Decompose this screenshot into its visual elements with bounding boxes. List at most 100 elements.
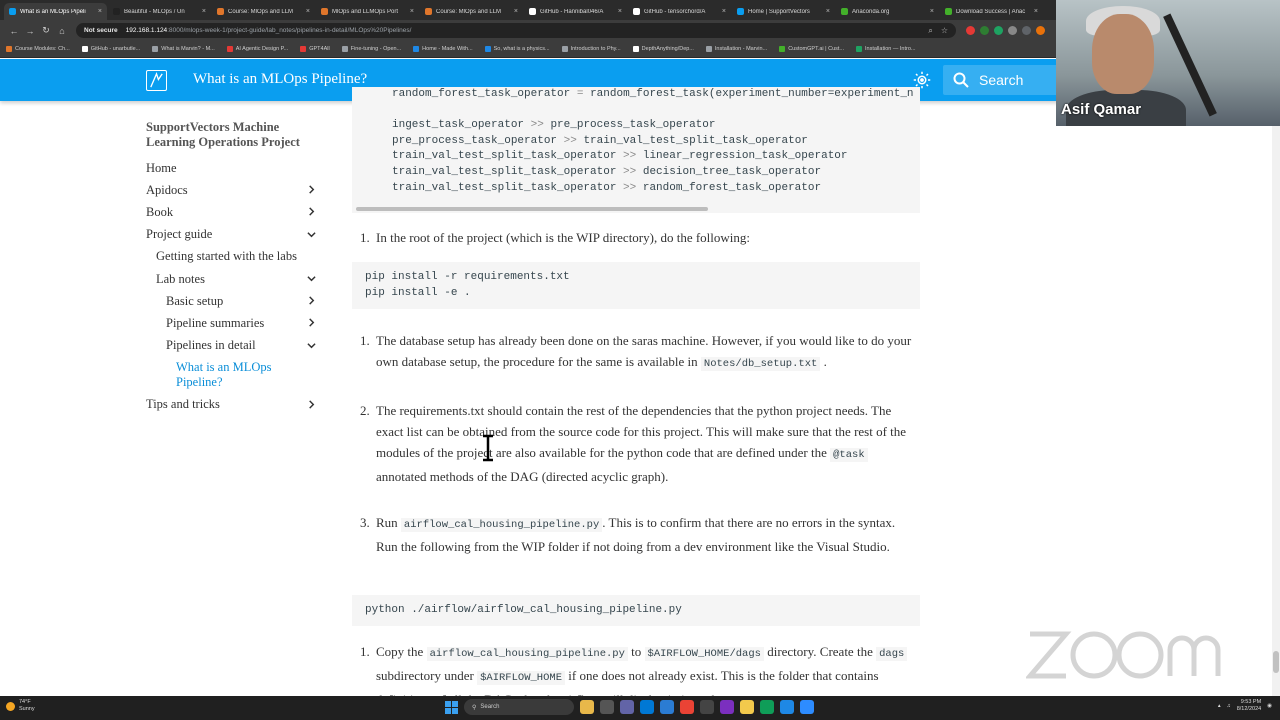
extension-icon[interactable]: [1022, 26, 1031, 35]
browser-tab[interactable]: Course: MlOps and LLM ×: [420, 3, 523, 20]
bookmark-item[interactable]: Home - Made With...: [413, 46, 473, 52]
extension-icon[interactable]: [1036, 26, 1045, 35]
sidebar-title[interactable]: SupportVectors Machine Learning Operatio…: [146, 120, 322, 150]
bookmark-star-icon[interactable]: ☆: [941, 26, 948, 35]
taskbar-search[interactable]: ⚲ Search: [464, 699, 574, 715]
browser-tab[interactable]: Anaconda.org ×: [836, 3, 939, 20]
taskbar-app-icon[interactable]: [720, 700, 734, 714]
search-icon: [953, 72, 969, 88]
taskbar-app-icon[interactable]: [680, 700, 694, 714]
windows-start-icon[interactable]: [445, 700, 458, 714]
back-icon[interactable]: ←: [6, 26, 22, 36]
extension-icon[interactable]: [994, 26, 1003, 35]
chevron-right-icon[interactable]: [307, 400, 316, 409]
chevron-right-icon[interactable]: [307, 318, 316, 327]
close-tab-icon[interactable]: ×: [930, 8, 934, 15]
taskbar-app-icon[interactable]: [800, 700, 814, 714]
search-input[interactable]: Search: [943, 65, 1058, 95]
bookmark-item[interactable]: CustomGPT.ai | Cust...: [779, 46, 844, 52]
reload-icon[interactable]: ↻: [38, 25, 54, 36]
page-title: What is an MLOps Pipeline?: [193, 71, 368, 87]
system-tray: ▴ ♫ 9:53 PM 8/12/2024 ◉: [1218, 699, 1272, 713]
taskbar-app-icon[interactable]: [760, 700, 774, 714]
browser-tab[interactable]: GitHub - tensorchord/A ×: [628, 3, 731, 20]
bookmark-item[interactable]: So, what is a physics...: [484, 46, 550, 52]
chevron-right-icon[interactable]: [307, 207, 316, 216]
bookmark-item[interactable]: GPT4All: [300, 46, 330, 52]
zoom-icon[interactable]: ⌕: [928, 26, 932, 36]
close-tab-icon[interactable]: ×: [202, 8, 206, 15]
sidebar-item[interactable]: Project guide: [146, 224, 322, 246]
taskbar-app-icon[interactable]: [640, 700, 654, 714]
close-tab-icon[interactable]: ×: [722, 8, 726, 15]
address-bar[interactable]: Not secure 192.168.1.124:8000/mlops-week…: [76, 23, 956, 38]
sidebar-item[interactable]: Book: [146, 201, 322, 223]
browser-tab[interactable]: Download Success | Anac ×: [940, 3, 1043, 20]
page-scrollbar-thumb[interactable]: [1273, 651, 1279, 673]
chevron-down-icon[interactable]: [307, 230, 316, 239]
extension-icon[interactable]: [980, 26, 989, 35]
browser-tab[interactable]: MlOps and LLMOps Port ×: [316, 3, 419, 20]
sidebar-item-label: Book: [146, 204, 174, 219]
close-tab-icon[interactable]: ×: [306, 8, 310, 15]
browser-tab[interactable]: Course: MlOps and LLM ×: [212, 3, 315, 20]
taskbar-app-icon[interactable]: [620, 700, 634, 714]
sidebar-item[interactable]: Lab notes: [146, 268, 322, 290]
clock[interactable]: 9:53 PM 8/12/2024: [1237, 699, 1261, 713]
code-block-pip: pip install -r requirements.txt pip inst…: [352, 262, 920, 309]
volume-icon[interactable]: ♫: [1227, 703, 1231, 709]
close-tab-icon[interactable]: ×: [618, 8, 622, 15]
extension-icon[interactable]: [966, 26, 975, 35]
browser-tab[interactable]: Beautiful - MLOps / Un ×: [108, 3, 211, 20]
bookmark-item[interactable]: AI Agentic Design P...: [226, 46, 288, 52]
sidebar-item[interactable]: Basic setup: [146, 290, 322, 312]
site-logo-icon[interactable]: [146, 70, 167, 91]
chevron-down-icon[interactable]: [307, 274, 316, 283]
bookmark-favicon-icon: [6, 46, 12, 52]
sidebar-item[interactable]: Apidocs: [146, 179, 322, 201]
sidebar-item[interactable]: Tips and tricks: [146, 394, 322, 416]
extension-icon[interactable]: [1008, 26, 1017, 35]
bookmark-favicon-icon: [81, 46, 88, 52]
sidebar-item[interactable]: What is an MLOps Pipeline?: [146, 357, 286, 394]
taskbar-app-icon[interactable]: [660, 700, 674, 714]
close-tab-icon[interactable]: ×: [1034, 8, 1038, 15]
weather-widget[interactable]: 74°F Sunny: [6, 699, 35, 713]
taskbar-app-icon[interactable]: [600, 700, 614, 714]
browser-tab[interactable]: GitHub - Hannibal046/A ×: [524, 3, 627, 20]
bookmark-item[interactable]: Course Modules: Ch...: [6, 46, 70, 52]
sidebar-item[interactable]: Pipelines in detail: [146, 335, 322, 357]
page-scrollbar[interactable]: [1272, 101, 1280, 696]
bookmark-item[interactable]: What is Marvin? - M...: [152, 46, 215, 52]
wifi-icon[interactable]: ▴: [1218, 703, 1221, 709]
bookmark-item[interactable]: Introduction to Phy...: [561, 46, 621, 52]
bookmark-item[interactable]: Fine-tuning - Open...: [341, 46, 401, 52]
close-tab-icon[interactable]: ×: [514, 8, 518, 15]
sidebar-item[interactable]: Pipeline summaries: [146, 312, 322, 334]
home-icon[interactable]: ⌂: [54, 26, 70, 36]
bookmark-item[interactable]: Installation - Marvin...: [705, 46, 767, 52]
security-indicator[interactable]: Not secure: [84, 27, 118, 34]
taskbar-app-icon[interactable]: [740, 700, 754, 714]
bookmark-item[interactable]: Installation — Intro...: [856, 46, 915, 52]
sidebar-item-label: Lab notes: [156, 271, 205, 286]
chevron-down-icon[interactable]: [307, 341, 316, 350]
sidebar-item[interactable]: Getting started with the labs: [146, 246, 322, 268]
bookmark-item[interactable]: DepthAnything/Dep...: [632, 46, 694, 52]
code-scrollbar[interactable]: [356, 207, 708, 211]
code-line: train_val_test_split_task_operator >> ra…: [392, 181, 822, 194]
browser-tab[interactable]: Home | SupportVectors ×: [732, 3, 835, 20]
close-tab-icon[interactable]: ×: [826, 8, 830, 15]
taskbar-app-icon[interactable]: [700, 700, 714, 714]
close-tab-icon[interactable]: ×: [98, 8, 102, 15]
forward-icon[interactable]: →: [22, 26, 38, 36]
close-tab-icon[interactable]: ×: [410, 8, 414, 15]
browser-tab[interactable]: What is an MLOps Pipeli ×: [4, 3, 107, 20]
taskbar-app-icon[interactable]: [780, 700, 794, 714]
taskbar-app-icon[interactable]: [580, 700, 594, 714]
chevron-right-icon[interactable]: [307, 296, 316, 305]
sidebar-item[interactable]: Home: [146, 157, 322, 179]
chevron-right-icon[interactable]: [307, 185, 316, 194]
notification-icon[interactable]: ◉: [1267, 703, 1272, 709]
bookmark-item[interactable]: GitHub - unarbutle...: [81, 46, 140, 52]
